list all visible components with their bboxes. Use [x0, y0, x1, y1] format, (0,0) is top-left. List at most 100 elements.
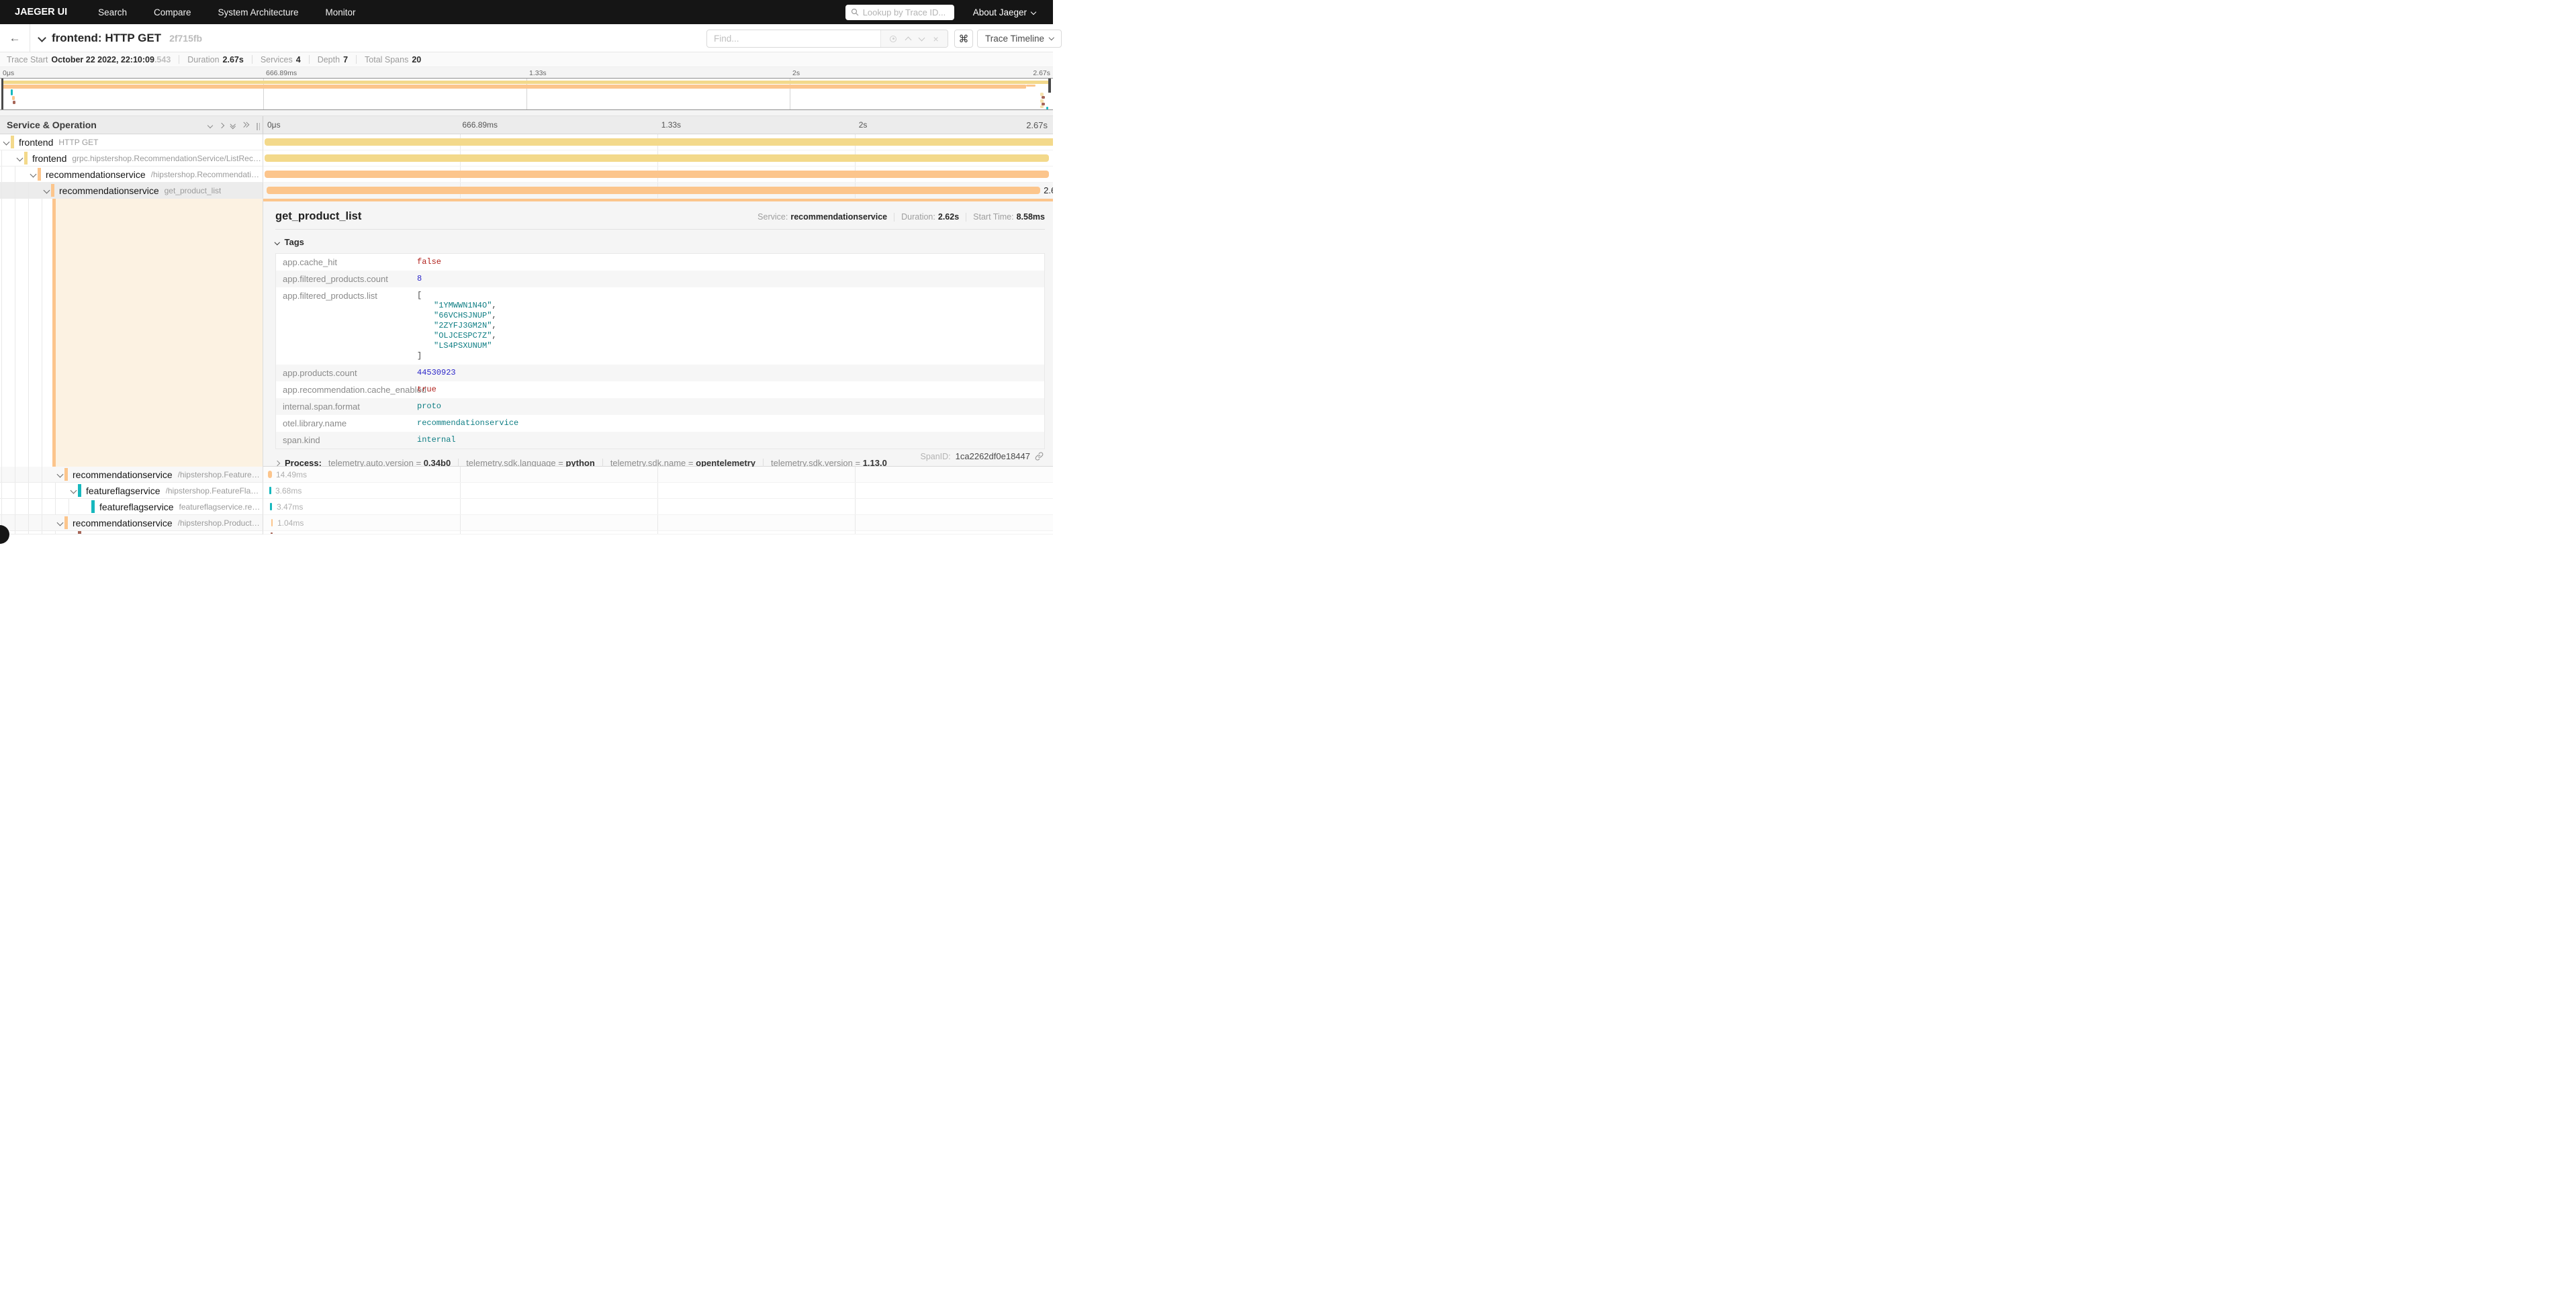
- span-bar[interactable]: [265, 171, 1049, 178]
- minimap-gap: [0, 110, 1053, 115]
- span-row-featureflag-getflag[interactable]: featureflagservice /hipstershop.FeatureF…: [0, 483, 1053, 499]
- span-row-productcatalog-call[interactable]: recommendationservice /hipstershop.Produ…: [0, 515, 1053, 531]
- span-bar[interactable]: [268, 471, 272, 478]
- clear-find-icon[interactable]: ×: [933, 34, 938, 44]
- command-icon: ⌘: [959, 33, 969, 45]
- row-collapse-chevron[interactable]: [28, 172, 38, 177]
- tag-value: false: [414, 254, 441, 271]
- find-placeholder: Find...: [714, 34, 739, 44]
- trace-title-toggle[interactable]: frontend: HTTP GET 2f715fb: [30, 32, 202, 45]
- tag-value: recommendationservice: [414, 415, 518, 432]
- minimap-tick: 1.33s: [529, 69, 547, 77]
- service-value: recommendationservice: [790, 212, 887, 222]
- minimap-span: [1040, 105, 1044, 108]
- collapse-all-icon[interactable]: [231, 122, 235, 128]
- tag-row: app.filtered_products.list [ "1YMWWN1N4O…: [276, 287, 1044, 365]
- top-nav: JAEGER UI Search Compare System Architec…: [0, 0, 1053, 24]
- operation-name: /hipstershop.FeatureFlagService/GetFlag: [178, 470, 263, 479]
- tag-row: app.products.count 44530923: [276, 365, 1044, 381]
- tag-key: app.recommendation.cache_enabled: [276, 381, 414, 398]
- tag-key: app.products.count: [276, 365, 414, 381]
- tag-row: otel.library.name recommendationservice: [276, 415, 1044, 432]
- minimap-span: [1026, 85, 1036, 87]
- duration-value: 2.67s: [223, 55, 244, 64]
- trace-minimap: 0μs 666.89ms 1.33s 2s 2.67s: [0, 67, 1053, 115]
- minimap-span: [1046, 107, 1048, 109]
- span-row-frontend-http-get[interactable]: frontend HTTP GET: [0, 134, 1053, 150]
- row-collapse-chevron[interactable]: [55, 520, 64, 525]
- row-collapse-chevron[interactable]: [68, 488, 78, 493]
- span-row-frontend-grpc[interactable]: frontend grpc.hipstershop.Recommendation…: [0, 150, 1053, 167]
- minimap-tick: 2s: [792, 69, 800, 77]
- trace-id-lookup-input[interactable]: Lookup by Trace ID...: [845, 5, 954, 20]
- ruler-tick: 1.33s: [661, 120, 681, 130]
- find-input[interactable]: Find...: [707, 30, 880, 47]
- row-collapse-chevron[interactable]: [1, 140, 11, 144]
- back-button[interactable]: ←: [0, 24, 30, 52]
- span-bar[interactable]: [270, 503, 272, 510]
- row-collapse-chevron[interactable]: [42, 188, 51, 193]
- nav-item-search[interactable]: Search: [98, 7, 127, 17]
- expand-one-icon[interactable]: [220, 119, 224, 131]
- ruler-tick: 2s: [859, 120, 868, 130]
- span-bar[interactable]: [269, 487, 271, 494]
- service-name: recommendationservice: [46, 169, 146, 180]
- service-name: frontend: [32, 153, 66, 164]
- chevron-right-icon: [275, 460, 280, 465]
- minimap-left-drag-handle[interactable]: [1, 79, 3, 109]
- span-color-accent-bar: [52, 199, 56, 467]
- trace-start-label: Trace Start: [7, 55, 48, 64]
- tag-value-list: [ "1YMWWN1N4O", "66VCHSJNUP", "2ZYFJ3GM2…: [414, 287, 497, 365]
- minimap-tick: 0μs: [3, 69, 14, 77]
- keyboard-shortcuts-button[interactable]: ⌘: [954, 30, 973, 48]
- next-result-chevron-down-icon[interactable]: [919, 34, 925, 41]
- operation-name: featureflagservice.repo.query:featurefla…: [179, 502, 263, 512]
- service-name: featureflagservice: [86, 485, 160, 496]
- list-item: "66VCHSJNUP": [434, 311, 492, 320]
- tag-key: app.filtered_products.list: [276, 287, 414, 304]
- tag-key: internal.span.format: [276, 398, 414, 415]
- column-resize-handle[interactable]: [257, 123, 260, 130]
- tags-table: app.cache_hit false app.filtered_product…: [275, 253, 1045, 449]
- list-item: "LS4PSXUNUM": [434, 341, 492, 351]
- nav-item-system-architecture[interactable]: System Architecture: [218, 7, 298, 17]
- span-row-get-product-list[interactable]: recommendationservice get_product_list 2…: [0, 183, 1053, 199]
- row-collapse-chevron[interactable]: [55, 472, 64, 477]
- service-name: recommendationservice: [73, 518, 173, 528]
- minimap-right-drag-handle[interactable]: [1048, 79, 1051, 93]
- span-row-featureflag-repo-query[interactable]: featureflagservice featureflagservice.re…: [0, 499, 1053, 515]
- app-brand[interactable]: JAEGER UI: [15, 7, 67, 17]
- span-bar[interactable]: [265, 154, 1049, 162]
- span-rows: frontend HTTP GET frontend grpc.hipsters…: [0, 134, 1053, 534]
- service-color-bar: [64, 468, 68, 481]
- service-color-bar: [64, 516, 68, 529]
- span-bar[interactable]: [265, 138, 1053, 146]
- trace-start-value: October 22 2022, 22:10:09: [51, 55, 154, 64]
- expand-all-icon[interactable]: [242, 123, 248, 127]
- trace-view-selector[interactable]: Trace Timeline: [977, 30, 1062, 48]
- link-icon[interactable]: [1035, 452, 1044, 461]
- start-time-value: 8.58ms: [1017, 212, 1045, 222]
- span-row-featureflagservice-call[interactable]: recommendationservice /hipstershop.Featu…: [0, 467, 1053, 483]
- span-bar[interactable]: [271, 519, 273, 526]
- row-collapse-chevron[interactable]: [15, 156, 24, 160]
- nav-item-monitor[interactable]: Monitor: [326, 7, 356, 17]
- span-row-recommendation-listrecommendations[interactable]: recommendationservice /hipstershop.Recom…: [0, 167, 1053, 183]
- span-bar[interactable]: [267, 187, 1040, 194]
- span-duration-label: 14.49ms: [276, 470, 307, 479]
- ruler-tick: 2.67s: [1026, 120, 1048, 130]
- operation-name: /hipstershop.ProductCatalogService/ListP…: [178, 518, 263, 528]
- span-bar[interactable]: [271, 532, 273, 534]
- tag-value: 44530923: [414, 365, 456, 381]
- span-detail-meta: Service:recommendationservice Duration:2…: [757, 212, 1045, 222]
- minimap-canvas[interactable]: [0, 78, 1053, 110]
- timeline-ruler: 0μs 666.89ms 1.33s 2s 2.67s: [263, 116, 1053, 134]
- about-jaeger-menu[interactable]: About Jaeger: [973, 7, 1036, 17]
- nav-item-compare[interactable]: Compare: [154, 7, 191, 17]
- focus-target-icon[interactable]: [890, 36, 896, 42]
- span-row-partial[interactable]: [0, 531, 1053, 534]
- collapse-one-icon[interactable]: [208, 119, 212, 131]
- span-detail-title: get_product_list: [275, 210, 361, 223]
- tags-section-toggle[interactable]: Tags: [275, 237, 1045, 247]
- prev-result-chevron-up-icon[interactable]: [905, 36, 911, 43]
